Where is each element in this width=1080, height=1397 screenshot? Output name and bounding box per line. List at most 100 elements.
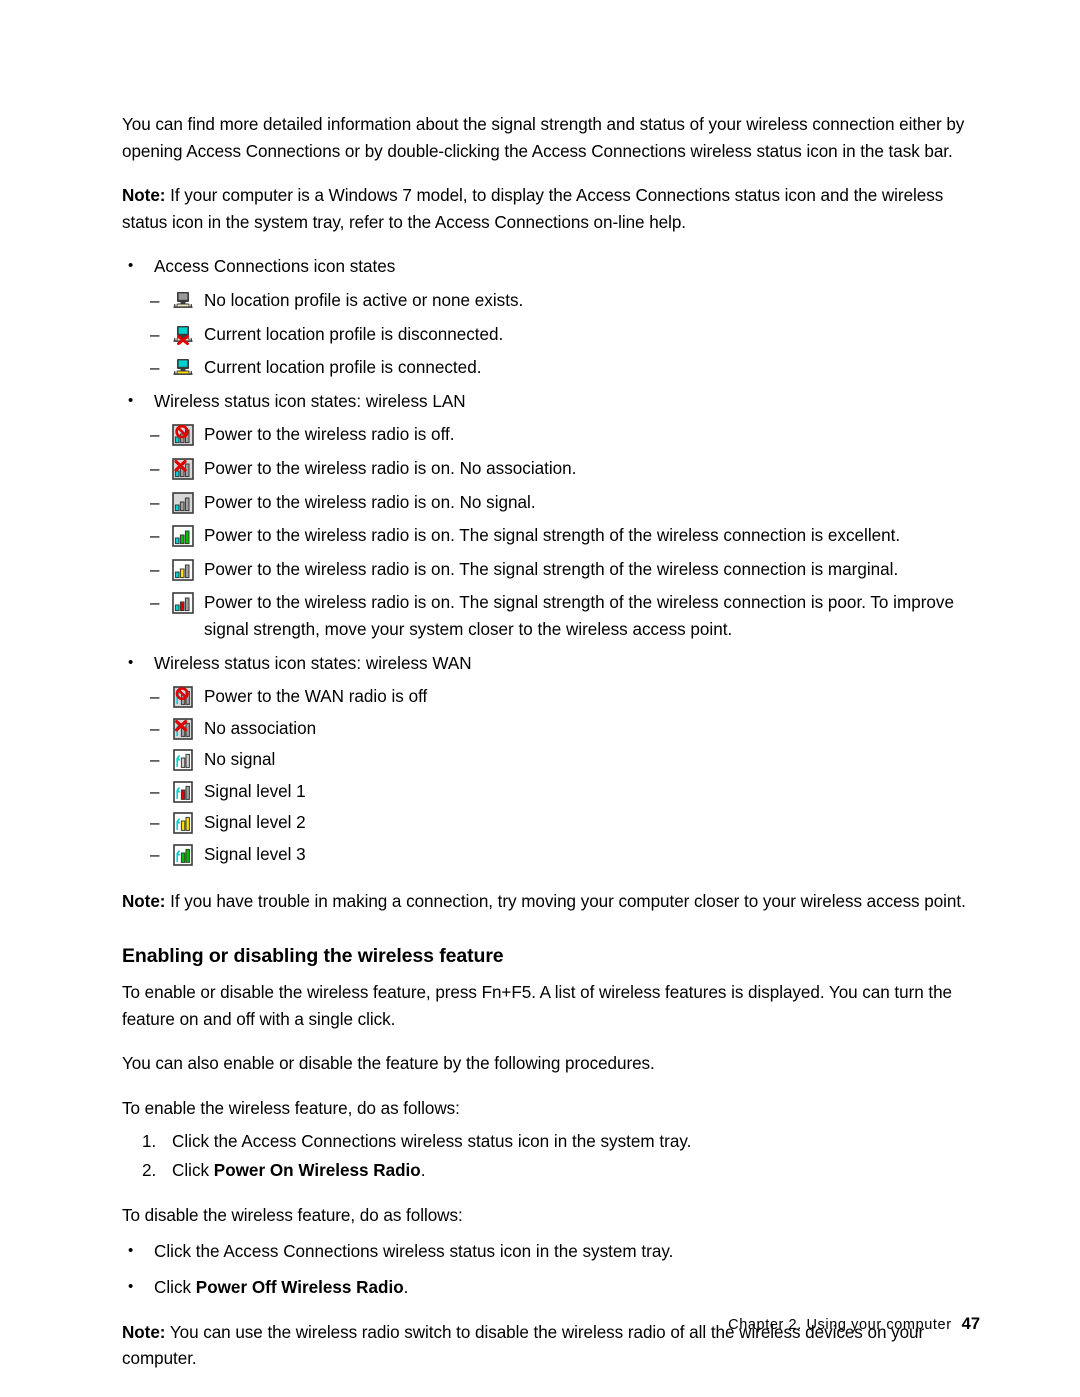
dash-marker-icon: – [150,526,160,546]
wan-no-signal-icon [172,749,194,772]
note-label: Note: [122,891,166,911]
wireless-wan-heading: Wireless status icon states: wireless WA… [154,653,472,673]
wan-signal-1-icon [172,781,194,803]
list-item: – Signal level 3 [150,842,980,869]
page-content: You can find more detailed information a… [122,112,980,1391]
enable-lead-in: To enable the wireless feature, do as fo… [122,1099,460,1119]
list-item: – No location profile is active or none … [150,288,980,315]
list-item: – Power to the wireless radio is on. The… [150,523,980,550]
step-text: Click the Access Connections wireless st… [172,1131,692,1151]
list-item-label: Power to the wireless radio is off. [204,425,455,445]
dash-marker-icon: – [150,559,160,579]
bullet-marker-icon: • [128,653,134,671]
section-also-paragraph: You can also enable or disable the featu… [122,1054,655,1074]
access-connections-sublist: – No location profile is active or none … [122,288,980,382]
dash-marker-icon: – [150,492,160,512]
bullet-marker-icon: • [128,391,134,409]
intro-paragraph: You can find more detailed information a… [122,115,965,161]
bullet-wireless-wan-heading: • Wireless status icon states: wireless … [126,651,980,678]
note-label: Note: [122,186,166,206]
dash-marker-icon: – [150,813,160,833]
step-text-bold: Power On Wireless Radio [213,1161,421,1181]
dash-marker-icon: – [150,718,160,738]
wireless-lan-sublist: – Power to the wireless radio is off. – … [122,422,980,643]
list-item-label: Current location profile is disconnected… [204,324,504,344]
monitor-disconnected-glyph [173,325,193,345]
monitor-disconnected-icon [172,324,194,346]
dash-marker-icon: – [150,358,160,378]
lan-signal-marginal-icon [172,558,194,581]
list-item-label: Signal level 1 [204,781,306,801]
list-item-label: No location profile is active or none ex… [204,290,524,310]
lan-signal-marginal-glyph [172,558,194,581]
wan-no-association-icon [172,717,194,740]
step-number: 2. [142,1161,157,1181]
document-page: You can find more detailed information a… [0,0,1080,1397]
dash-marker-icon: – [150,781,160,801]
list-item-label: Power to the WAN radio is off [204,687,428,707]
list-item: • Click Power Off Wireless Radio. [126,1275,980,1302]
list-item-label: Power to the wireless radio is on. No si… [204,492,536,512]
bullet-marker-icon: • [128,1242,134,1260]
list-item-label: Power to the wireless radio is on. The s… [204,559,899,579]
step-text-bold: Power Off Wireless Radio [195,1278,404,1297]
list-item: – Power to the wireless radio is on. No … [150,456,980,483]
lan-signal-poor-glyph [172,592,194,615]
list-item: – No association [150,716,980,743]
bullet-access-connections-heading: • Access Connections icon states [126,254,980,281]
list-item: – No signal [150,747,980,774]
wireless-wan-sublist: – Power to the WAN radio is off – No ass… [122,684,980,869]
monitor-inactive-icon [172,290,194,312]
list-item-label: No signal [204,750,276,770]
lan-signal-poor-icon [172,592,194,615]
step-text-suffix: . [403,1278,409,1297]
note-text: If you have trouble in making a connecti… [165,891,966,911]
list-item: – Power to the wireless radio is on. The… [150,590,980,643]
dash-marker-icon: – [150,425,160,445]
list-item-label: Signal level 3 [204,845,306,865]
list-item: – Current location profile is disconnect… [150,322,980,349]
wireless-wan-list: • Wireless status icon states: wireless … [122,651,980,869]
list-item: – Signal level 2 [150,810,980,837]
dash-marker-icon: – [150,750,160,770]
wan-signal-2-glyph [173,812,193,835]
bullet-marker-icon: • [128,1278,134,1295]
list-item: – Power to the WAN radio is off [150,684,980,711]
wan-signal-1-glyph [173,781,193,803]
dash-marker-icon: – [150,458,160,478]
lan-signal-excellent-glyph [172,525,194,547]
list-item: – Power to the wireless radio is on. The… [150,557,980,584]
wireless-lan-heading: Wireless status icon states: wireless LA… [154,391,466,411]
lan-signal-excellent-icon [172,525,194,547]
lan-radio-off-glyph [172,424,194,447]
step-text-prefix: Click [172,1161,214,1181]
bullet-marker-icon: • [128,257,134,275]
lan-no-signal-icon [172,491,194,514]
list-item-label: Power to the wireless radio is on. The s… [204,593,954,639]
wan-signal-3-glyph [173,844,193,866]
list-item: 2. Click Power On Wireless Radio. [142,1158,980,1185]
lan-radio-off-icon [172,424,194,447]
list-item: 1. Click the Access Connections wireless… [142,1129,980,1156]
list-item: – Signal level 1 [150,779,980,806]
wan-radio-off-glyph [173,686,193,708]
list-item: • Click the Access Connections wireless … [126,1239,980,1266]
wan-no-association-glyph [173,717,193,740]
dash-marker-icon: – [150,845,160,865]
wan-signal-3-icon [172,844,194,866]
list-item-label: Power to the wireless radio is on. No as… [204,458,577,478]
note-text: If your computer is a Windows 7 model, t… [122,186,944,232]
monitor-connected-glyph [173,359,193,376]
page-footer: Chapter 2. Using your computer 47 [0,1315,980,1334]
dash-marker-icon: – [150,687,160,707]
disable-steps-list: • Click the Access Connections wireless … [122,1239,980,1301]
bullet-wireless-lan-heading: • Wireless status icon states: wireless … [126,389,980,416]
wan-radio-off-icon [172,686,194,708]
list-item-label: Signal level 2 [204,813,306,833]
wan-signal-2-icon [172,812,194,835]
access-connections-heading: Access Connections icon states [154,257,396,277]
note-connection-trouble: Note: If you have trouble in making a co… [122,889,980,916]
monitor-connected-icon [172,357,194,379]
step-text-suffix: . [420,1161,426,1181]
note-windows7: Note: If your computer is a Windows 7 mo… [122,183,980,236]
